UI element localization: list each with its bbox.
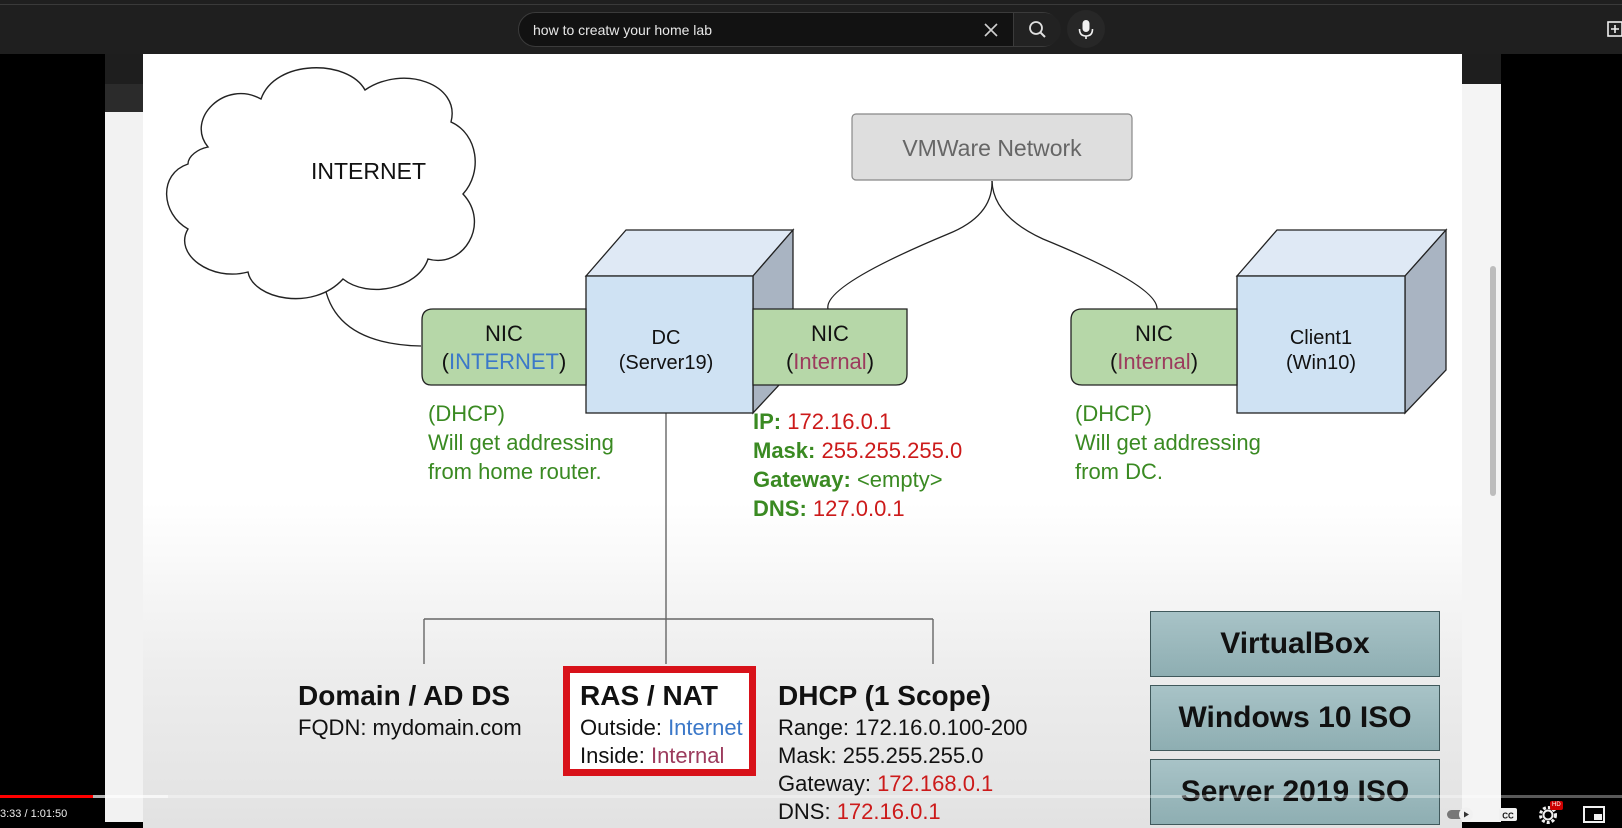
miniplayer-icon[interactable] [1582, 804, 1606, 824]
recorded-page-left-edge [105, 112, 143, 822]
ras-nat-title: RAS / NAT [580, 680, 718, 711]
create-icon[interactable] [1606, 18, 1622, 40]
nic-dc-internal-label: NIC (Internal) [753, 320, 907, 376]
ip-row: IP: 172.16.0.1 [753, 409, 892, 434]
autoplay-toggle-icon[interactable] [1446, 804, 1476, 824]
note-line: Will get addressing [1075, 430, 1261, 455]
internet-cloud-label: INTERNET [311, 158, 426, 184]
dc-internet-dhcp-note: (DHCP) Will get addressing from home rou… [428, 399, 614, 486]
client-dhcp-note: (DHCP) Will get addressing from DC. [1075, 399, 1261, 486]
client-label-line1: Client1 [1290, 327, 1352, 349]
vmware-client-connector [991, 180, 1158, 310]
vmware-network-label: VMWare Network [902, 135, 1082, 161]
nic-internet-label: NIC (INTERNET) [422, 320, 586, 376]
settings-button[interactable]: HD [1536, 801, 1566, 826]
voice-search-button[interactable] [1067, 10, 1105, 48]
mask-row: Mask: 255.255.255.0 [753, 438, 963, 463]
ras-inside-row: Inside: Internal [580, 743, 725, 768]
search-icon [1029, 21, 1046, 38]
vmware-dc-connector [827, 180, 993, 310]
progress-bar[interactable] [0, 795, 1622, 798]
internet-connector [323, 281, 422, 347]
note-line: (DHCP) [428, 401, 505, 426]
note-line: from DC. [1075, 459, 1163, 484]
note-line: from home router. [428, 459, 602, 484]
ad-ds-title: Domain / AD DS [298, 680, 511, 711]
masthead [0, 0, 1622, 54]
close-icon[interactable] [981, 20, 1001, 40]
ras-outside-row: Outside: Internet [580, 715, 743, 740]
note-line: (DHCP) [1075, 401, 1152, 426]
search-box[interactable] [518, 12, 1061, 47]
dhcp-range: Range: 172.16.0.100-200 [778, 715, 1028, 740]
gateway-row: Gateway: <empty> [753, 467, 943, 492]
nic-internet-title: NIC [485, 321, 523, 346]
client-label-line2: (Win10) [1286, 352, 1356, 374]
search-input[interactable] [533, 13, 973, 46]
masthead-divider [0, 4, 1622, 5]
recorded-scrollbar [1490, 266, 1496, 496]
nic-dc-internal-title: NIC [811, 321, 849, 346]
nic-dc-internal-network: (Internal) [785, 349, 875, 374]
progress-played [0, 795, 94, 798]
dhcp-title: DHCP (1 Scope) [778, 680, 991, 711]
note-line: Will get addressing [428, 430, 614, 455]
search-button[interactable] [1013, 13, 1061, 46]
windows10-iso-box: Windows 10 ISO [1150, 685, 1440, 751]
service-ad-ds: Domain / AD DS FQDN: mydomain.com [298, 678, 522, 742]
nic-client-internal-title: NIC [1135, 321, 1173, 346]
nic-client-internal-network: (Internal) [1109, 349, 1199, 374]
player-controls: 3:33 / 1:01:50 CC HD [0, 790, 1622, 828]
dhcp-mask: Mask: 255.255.255.0 [778, 743, 984, 768]
captions-icon[interactable]: CC [1497, 804, 1519, 824]
hd-badge: HD [1550, 801, 1563, 810]
dc-internal-ip-config: IP: 172.16.0.1 Mask: 255.255.255.0 Gatew… [753, 407, 962, 523]
nic-client-internal-label: NIC (Internal) [1071, 320, 1237, 376]
dc-label-line2: (Server19) [619, 352, 713, 374]
dns-row: DNS: 127.0.0.1 [753, 496, 905, 521]
dc-label-line1: DC [652, 327, 681, 349]
microphone-icon [1078, 20, 1094, 39]
time-display: 3:33 / 1:01:50 [0, 808, 68, 820]
ad-ds-fqdn: FQDN: mydomain.com [298, 715, 522, 740]
nic-internet-network: (INTERNET) [441, 349, 567, 374]
service-ras-nat: RAS / NAT Outside: Internet Inside: Inte… [580, 678, 743, 770]
network-diagram-slide: INTERNET VMWare Network DC (Server19) Cl… [143, 54, 1462, 828]
virtualbox-box: VirtualBox [1150, 611, 1440, 677]
svg-text:CC: CC [1502, 812, 1514, 821]
